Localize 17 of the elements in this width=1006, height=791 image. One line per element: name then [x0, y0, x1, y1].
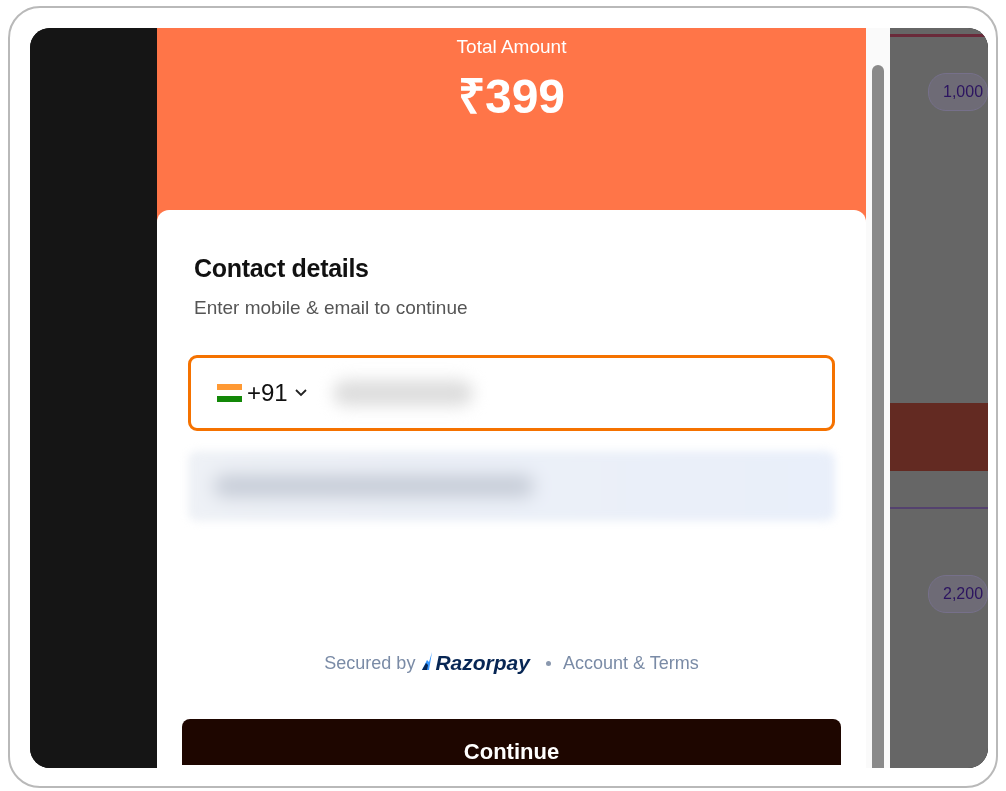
flag-icon [217, 384, 242, 402]
country-code-dropdown[interactable]: +91 [217, 379, 307, 407]
section-title: Contact details [194, 254, 370, 283]
phone-field[interactable]: +91 [188, 355, 835, 431]
section-subtitle: Enter mobile & email to continue [194, 297, 469, 319]
secured-by-text: Secured by [324, 652, 416, 674]
separator-dot [545, 660, 551, 666]
email-field[interactable] [188, 451, 835, 521]
total-amount: ₹399 [457, 69, 566, 125]
amount-chip: 1,000 [928, 73, 988, 111]
total-amount-label: Total Amount [456, 36, 567, 58]
caret-icon [294, 389, 307, 397]
account-terms-link[interactable]: Account & Terms [562, 652, 699, 674]
razorpay-logo: Razorpay [421, 651, 530, 675]
scrollbar-thumb[interactable] [872, 65, 884, 768]
continue-button[interactable]: Continue [182, 719, 841, 765]
amount-chip: 2,200 [928, 575, 988, 613]
